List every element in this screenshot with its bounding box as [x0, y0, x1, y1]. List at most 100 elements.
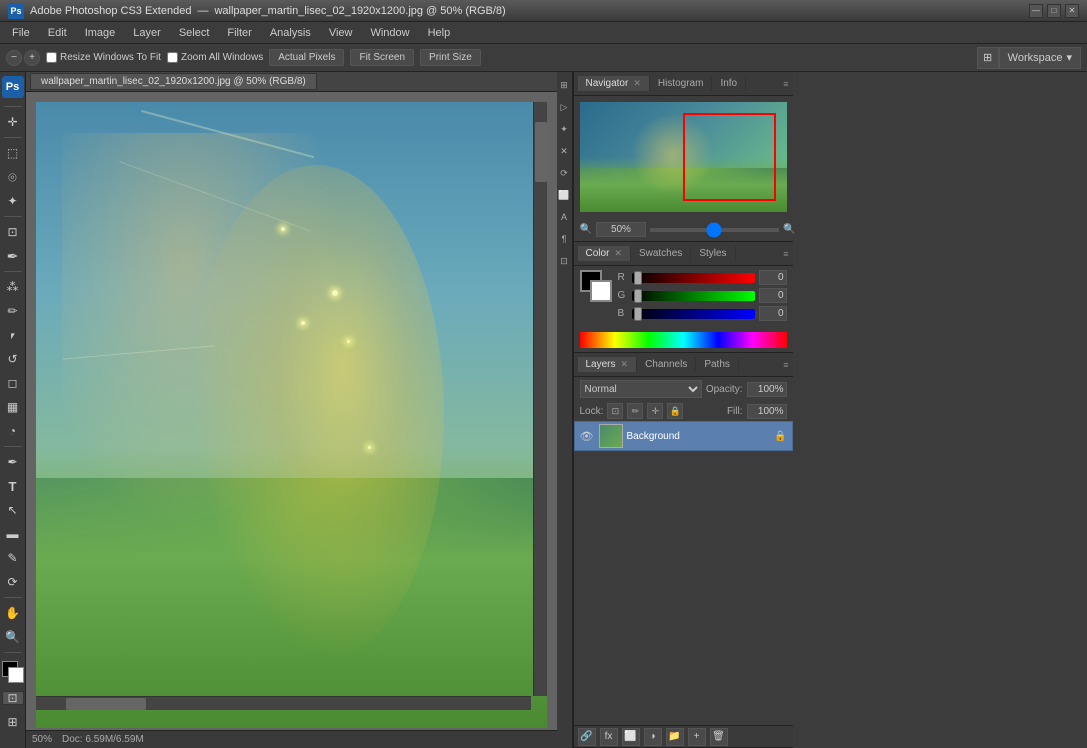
layers-tab[interactable]: Layers ✕ [578, 357, 638, 372]
right-tool-7[interactable]: A [557, 206, 571, 228]
color-spectrum[interactable] [580, 332, 787, 348]
resize-windows-check[interactable]: Resize Windows To Fit [46, 52, 161, 63]
lock-image-button[interactable]: ✏ [627, 403, 643, 419]
opacity-input[interactable] [747, 382, 787, 397]
close-button[interactable]: ✕ [1065, 4, 1079, 18]
actual-pixels-button[interactable]: Actual Pixels [269, 49, 344, 66]
dodge-tool[interactable]: ◔ [2, 420, 24, 442]
notes-tool[interactable]: ✎ [2, 547, 24, 569]
right-tool-6[interactable]: ⬜ [557, 184, 571, 206]
menu-file[interactable]: File [4, 25, 38, 41]
horizontal-scroll-thumb[interactable] [66, 698, 146, 710]
navigator-panel-menu[interactable]: ≡ [783, 79, 788, 89]
lasso-tool[interactable]: ⌾ [2, 166, 24, 188]
layer-new-button[interactable]: + [688, 728, 706, 746]
color-tab-close[interactable]: ✕ [614, 248, 622, 259]
pen-tool[interactable]: ✒ [2, 451, 24, 473]
gradient-tool[interactable]: ▦ [2, 396, 24, 418]
menu-layer[interactable]: Layer [125, 25, 169, 41]
fit-screen-button[interactable]: Fit Screen [350, 49, 414, 66]
green-slider-thumb[interactable] [634, 289, 642, 303]
minimize-button[interactable]: — [1029, 4, 1043, 18]
color-tab[interactable]: Color ✕ [578, 246, 631, 261]
right-tool-2[interactable]: ▷ [557, 96, 571, 118]
blend-mode-select[interactable]: Normal Multiply Screen [580, 380, 702, 398]
channels-tab[interactable]: Channels [637, 357, 696, 372]
menu-view[interactable]: View [321, 25, 361, 41]
menu-filter[interactable]: Filter [219, 25, 259, 41]
menu-image[interactable]: Image [77, 25, 124, 41]
background-swatch[interactable] [590, 280, 612, 302]
vertical-scrollbar[interactable] [533, 102, 547, 696]
table-row[interactable]: 👁 Background 🔒 [574, 421, 793, 451]
nav-zoom-out-icon[interactable]: 🔍 [580, 224, 592, 235]
print-size-button[interactable]: Print Size [420, 49, 481, 66]
green-value[interactable] [759, 288, 787, 303]
3d-rotate-tool[interactable]: ⟳ [2, 571, 24, 593]
canvas-area[interactable]: 50% Doc: 6.59M/6.59M [26, 92, 557, 748]
red-slider[interactable] [632, 273, 755, 283]
marquee-tool[interactable]: ⬚ [2, 142, 24, 164]
red-slider-thumb[interactable] [634, 271, 642, 285]
vertical-scroll-thumb[interactable] [535, 122, 547, 182]
eraser-tool[interactable]: ◻ [2, 372, 24, 394]
path-selection-tool[interactable]: ↖ [2, 499, 24, 521]
nav-zoom-slider[interactable] [650, 228, 779, 232]
right-tool-8[interactable]: ¶ [557, 228, 571, 250]
zoom-tool[interactable]: 🔍 [2, 626, 24, 648]
zoom-all-check[interactable]: Zoom All Windows [167, 52, 263, 63]
layers-tab-close[interactable]: ✕ [621, 359, 629, 370]
zoom-minus-button[interactable]: − [6, 50, 22, 66]
lock-position-button[interactable]: ✛ [647, 403, 663, 419]
resize-windows-checkbox[interactable] [46, 52, 57, 63]
eyedropper-tool[interactable]: ✒ [2, 245, 24, 267]
layer-adjustment-button[interactable]: ◑ [644, 728, 662, 746]
workspace-button[interactable]: Workspace ▾ [999, 47, 1081, 69]
zoom-plus-button[interactable]: + [24, 50, 40, 66]
swatches-tab[interactable]: Swatches [631, 246, 691, 261]
layer-mask-button[interactable]: ⬜ [622, 728, 640, 746]
blue-value[interactable] [759, 306, 787, 321]
blue-slider-thumb[interactable] [634, 307, 642, 321]
crop-tool[interactable]: ⊡ [2, 221, 24, 243]
navigator-tab[interactable]: Navigator ✕ [578, 76, 650, 91]
zoom-all-checkbox[interactable] [167, 52, 178, 63]
menu-window[interactable]: Window [362, 25, 417, 41]
right-tool-5[interactable]: ⟳ [557, 162, 571, 184]
move-tool[interactable]: ✛ [2, 111, 24, 133]
blue-slider[interactable] [632, 309, 755, 319]
styles-tab[interactable]: Styles [691, 246, 735, 261]
menu-edit[interactable]: Edit [40, 25, 75, 41]
brush-tool[interactable]: ✏ [2, 300, 24, 322]
spot-healing-tool[interactable]: ⁂ [2, 276, 24, 298]
layer-group-button[interactable]: 📁 [666, 728, 684, 746]
fill-input[interactable] [747, 404, 787, 419]
document-tab[interactable]: wallpaper_martin_lisec_02_1920x1200.jpg … [30, 73, 317, 90]
screen-mode-button[interactable]: ⊞ [2, 711, 24, 733]
layer-visibility-button[interactable]: 👁 [579, 428, 595, 444]
menu-select[interactable]: Select [171, 25, 218, 41]
right-tool-9[interactable]: ⊡ [557, 250, 571, 272]
red-value[interactable] [759, 270, 787, 285]
color-panel-menu[interactable]: ≡ [783, 249, 788, 259]
magic-wand-tool[interactable]: ✦ [2, 190, 24, 212]
clone-stamp-tool[interactable]: ⎖ [2, 324, 24, 346]
hand-tool[interactable]: ✋ [2, 602, 24, 624]
shape-tool[interactable]: ▬ [2, 523, 24, 545]
type-tool[interactable]: T [2, 475, 24, 497]
menu-help[interactable]: Help [420, 25, 459, 41]
nav-zoom-input[interactable] [596, 222, 646, 237]
menu-analysis[interactable]: Analysis [262, 25, 319, 41]
window-controls[interactable]: — □ ✕ [1029, 4, 1079, 18]
nav-zoom-in-icon[interactable]: 🔍 [783, 224, 795, 235]
quick-mask-button[interactable]: ⊡ [2, 691, 24, 705]
lock-transparent-button[interactable]: ⊡ [607, 403, 623, 419]
layer-link-button[interactable]: 🔗 [578, 728, 596, 746]
right-tool-4[interactable]: ✕ [557, 140, 571, 162]
right-tool-3[interactable]: ✦ [557, 118, 571, 140]
background-color[interactable] [8, 667, 24, 683]
navigator-tab-close[interactable]: ✕ [633, 78, 641, 89]
layer-effects-button[interactable]: fx [600, 728, 618, 746]
history-brush-tool[interactable]: ↺ [2, 348, 24, 370]
lock-all-button[interactable]: 🔒 [667, 403, 683, 419]
